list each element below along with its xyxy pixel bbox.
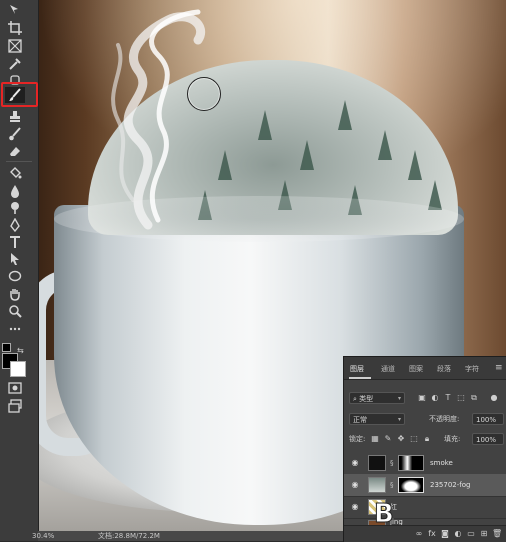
visibility-eye-icon[interactable]: ◉: [350, 502, 360, 512]
tools-panel: ⇆: [0, 0, 39, 541]
active-tool-highlight: [1, 82, 38, 107]
tab-character[interactable]: 字符: [465, 364, 479, 374]
quick-mask-icon[interactable]: [5, 380, 25, 396]
filter-pixel-icon[interactable]: ▣: [417, 392, 427, 404]
visibility-eye-icon[interactable]: ◉: [350, 458, 360, 468]
path-selection-tool-icon[interactable]: [5, 251, 25, 267]
link-chain-icon: §: [390, 459, 394, 467]
background-color-swatch[interactable]: [10, 361, 26, 377]
layer-mask-thumbnail[interactable]: [398, 455, 424, 471]
zoom-tool-icon[interactable]: [5, 303, 25, 319]
add-mask-icon[interactable]: ◙: [440, 529, 450, 539]
chevron-down-icon: ▾: [397, 395, 401, 402]
paint-bucket-tool-icon[interactable]: [5, 165, 25, 181]
watermark-logo: B: [374, 499, 395, 529]
filter-shape-icon[interactable]: ⬚: [456, 392, 466, 404]
layers-panel-footer: ∞ fx ◙ ◐ ▭ ⊞ 🗑︎: [344, 525, 506, 542]
adjustment-layer-icon[interactable]: ◐: [453, 529, 463, 539]
filter-smart-object-icon[interactable]: ⧉: [469, 392, 479, 404]
layer-thumbnail: [368, 477, 386, 493]
dodge-tool-icon[interactable]: [5, 200, 25, 216]
tab-paragraph[interactable]: 段落: [437, 364, 451, 374]
tree: [300, 140, 314, 170]
document-info: 文档:28.8M/72.2M: [98, 532, 160, 540]
tree: [258, 110, 272, 140]
eraser-tool-icon[interactable]: [5, 143, 25, 159]
panel-tabs: 图层 通道 图案 段落 字符 ≡: [344, 357, 506, 380]
layer-filter-select[interactable]: ⌕ 类型 ▾: [349, 392, 405, 404]
tree: [378, 130, 392, 160]
tree: [338, 100, 352, 130]
visibility-eye-icon[interactable]: ◉: [350, 480, 360, 490]
screen-mode-icon[interactable]: [5, 398, 25, 414]
active-tab-indicator: [349, 377, 371, 379]
filter-type-icon[interactable]: T: [443, 392, 453, 404]
lock-position-icon[interactable]: ✥: [396, 433, 406, 445]
lock-transparent-icon[interactable]: ▦: [370, 433, 380, 445]
svg-text:B: B: [374, 499, 394, 528]
chevron-down-icon: ▾: [397, 416, 401, 423]
layer-style-icon[interactable]: fx: [427, 529, 437, 539]
stamp-tool-icon[interactable]: [5, 108, 25, 124]
fill-label: 填充:: [444, 435, 461, 443]
filter-adjustment-icon[interactable]: ◐: [430, 392, 440, 404]
new-group-icon[interactable]: ▭: [466, 529, 476, 539]
tab-layers[interactable]: 图层: [350, 364, 364, 374]
tab-channels[interactable]: 通道: [381, 364, 395, 374]
tree: [218, 150, 232, 180]
move-tool-icon[interactable]: [5, 2, 25, 18]
tree: [408, 150, 422, 180]
filter-kind-value: 类型: [359, 395, 374, 403]
layer-row-red[interactable]: ◉ 红: [344, 496, 506, 519]
hand-tool-icon[interactable]: [5, 286, 25, 302]
type-tool-icon[interactable]: [5, 234, 25, 250]
layer-name[interactable]: smoke: [430, 457, 453, 469]
eyedropper-tool-icon[interactable]: [5, 56, 25, 72]
lock-artboard-icon[interactable]: ⬚: [409, 433, 419, 445]
status-bar: 30.4% 文档:28.8M/72.2M: [32, 531, 368, 541]
opacity-label: 不透明度:: [429, 415, 460, 423]
fill-value: 100%: [476, 436, 497, 444]
layer-mask-thumbnail[interactable]: [398, 477, 424, 493]
layer-row-fog[interactable]: ◉ § 235702-fog: [344, 474, 506, 497]
more-tools-icon[interactable]: [5, 321, 25, 337]
smoke-wisp: [111, 9, 206, 230]
lock-pixels-icon[interactable]: ✎: [383, 433, 393, 445]
swap-colors-icon[interactable]: ⇆: [17, 347, 27, 355]
trash-icon[interactable]: 🗑︎: [492, 529, 502, 539]
layer-name[interactable]: 235702-fog: [430, 479, 470, 491]
history-brush-tool-icon[interactable]: [5, 126, 25, 142]
layer-thumbnail: [368, 455, 386, 471]
layer-row-smoke[interactable]: ◉ § smoke: [344, 452, 506, 475]
default-colors-icon[interactable]: [2, 343, 11, 352]
tab-patterns[interactable]: 图案: [409, 364, 423, 374]
link-chain-icon: §: [390, 481, 394, 489]
pen-tool-icon[interactable]: [5, 217, 25, 233]
lock-all-icon[interactable]: 🔒︎: [422, 433, 432, 445]
toolbar-separator: [6, 161, 32, 162]
layers-panel: 图层 通道 图案 段落 字符 ≡ ⌕ 类型 ▾ ▣ ◐ T ⬚ ⧉ ● 正常 ▾ 不…: [343, 356, 506, 542]
filter-toggle-icon[interactable]: ●: [489, 392, 499, 404]
blend-mode-select[interactable]: 正常 ▾: [349, 413, 405, 425]
panel-menu-icon[interactable]: ≡: [495, 363, 503, 373]
fill-field[interactable]: 100%: [472, 433, 504, 445]
new-layer-icon[interactable]: ⊞: [479, 529, 489, 539]
brush-cursor: [187, 77, 221, 111]
link-layers-icon[interactable]: ∞: [414, 529, 424, 539]
opacity-field[interactable]: 100%: [472, 413, 504, 425]
crop-tool-icon[interactable]: [5, 20, 25, 36]
frame-tool-icon[interactable]: [5, 38, 25, 54]
zoom-level[interactable]: 30.4%: [32, 531, 54, 541]
opacity-value: 100%: [476, 416, 497, 424]
ellipse-tool-icon[interactable]: [5, 268, 25, 284]
blur-tool-icon[interactable]: [5, 183, 25, 199]
lock-label: 锁定:: [349, 435, 366, 443]
blend-mode-value: 正常: [353, 416, 367, 424]
